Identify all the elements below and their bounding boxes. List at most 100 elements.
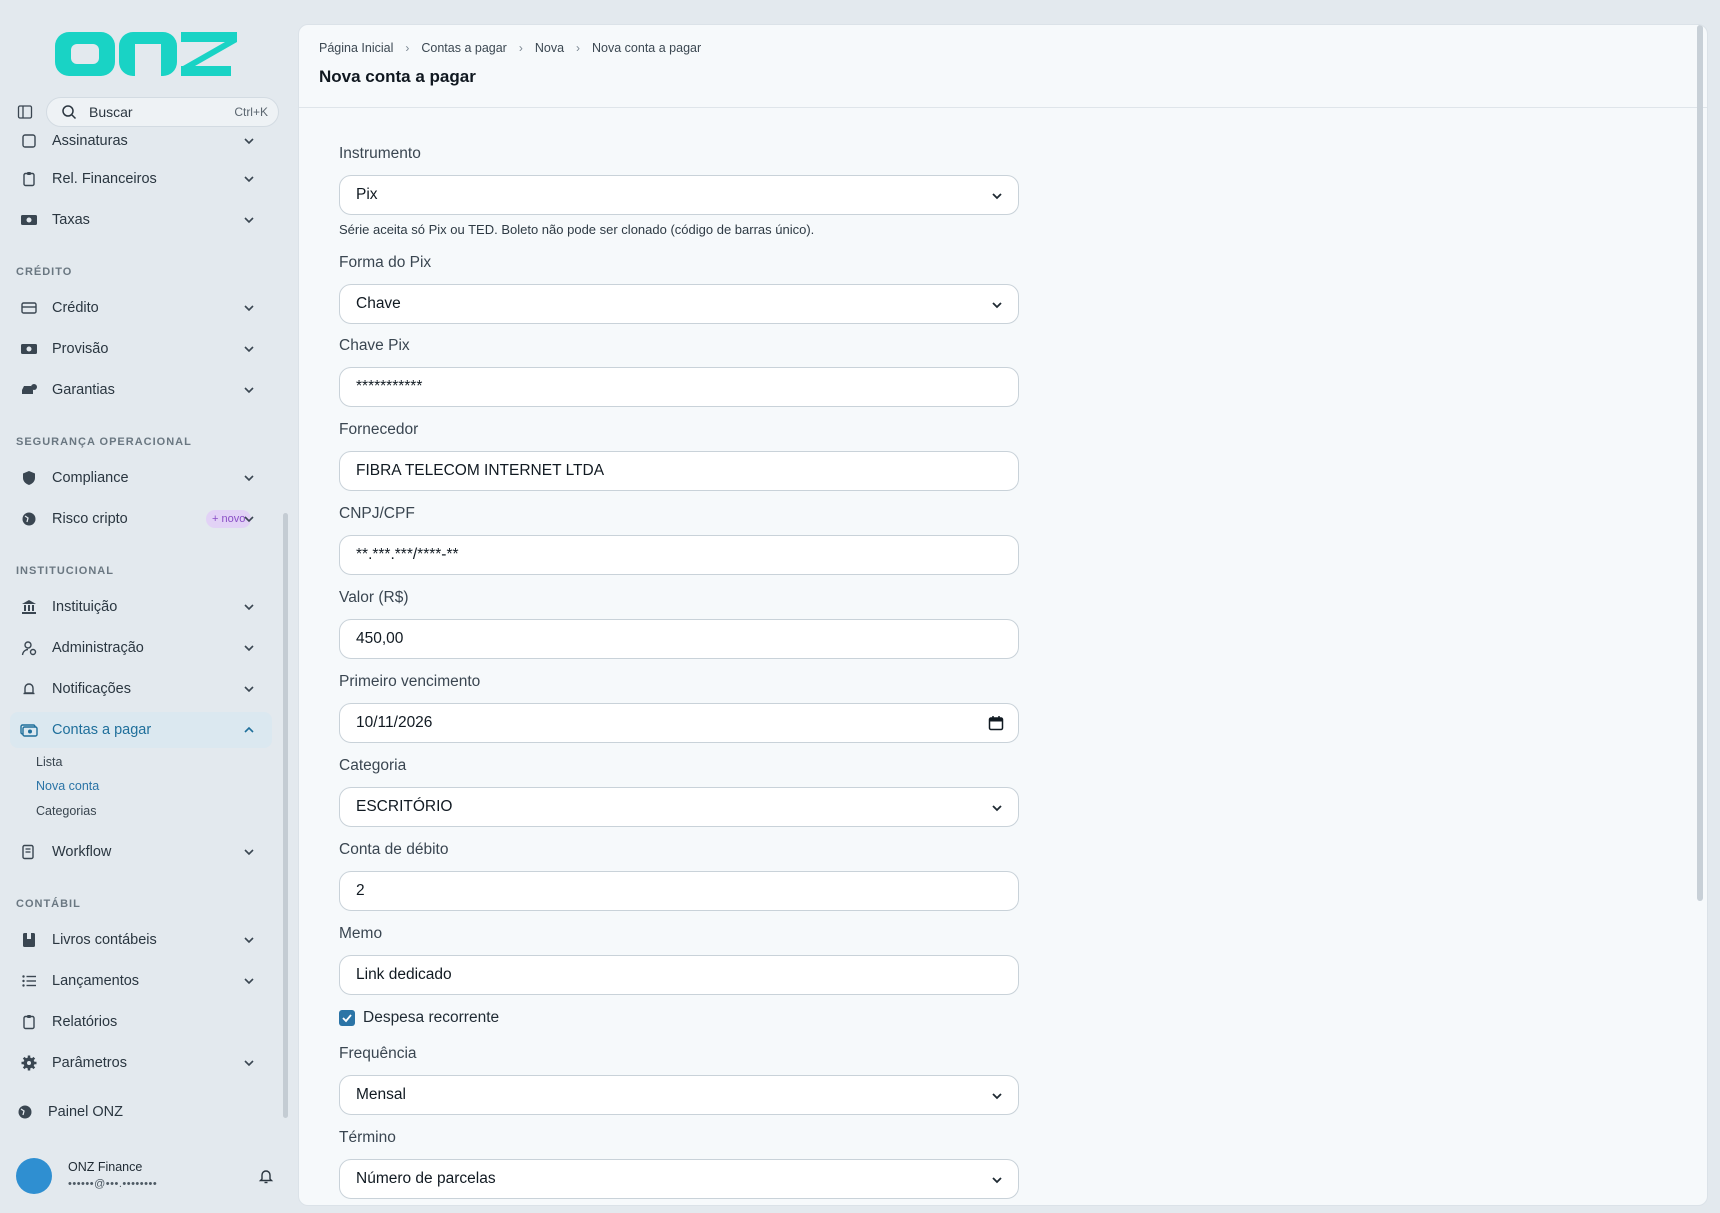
sidebar-item-garantias[interactable]: Garantias: [10, 372, 272, 408]
chevron-down-icon: [244, 346, 254, 353]
chevron-down-icon: [244, 305, 254, 312]
sidebar-item-provisao[interactable]: Provisão: [10, 331, 272, 367]
conta-debito-input[interactable]: 2: [339, 871, 1019, 911]
valor-input[interactable]: 450,00: [339, 619, 1019, 659]
sidebar-item-lancamentos[interactable]: Lançamentos: [10, 963, 272, 999]
book-icon: [20, 931, 38, 949]
credit-card-icon: [20, 299, 38, 317]
chevron-down-icon: [244, 604, 254, 611]
chevron-down-icon: [244, 217, 254, 224]
user-profile[interactable]: ONZ Finance ••••••@•••.••••••••: [16, 1158, 278, 1194]
memo-input[interactable]: Link dedicado: [339, 955, 1019, 995]
vencimento-date-input[interactable]: 10/11/2026: [339, 703, 1019, 743]
sidebar-item-instituicao[interactable]: Instituição: [10, 589, 272, 625]
globe-icon: [16, 1103, 34, 1121]
sidebar-item-contas-a-pagar[interactable]: Contas a pagar: [10, 712, 272, 748]
sidebar-item-risco-cripto[interactable]: Risco cripto + novo: [10, 501, 272, 537]
chevron-right-icon: ›: [518, 41, 523, 55]
onz-logo[interactable]: [55, 22, 237, 76]
checkbox-checked-icon[interactable]: [339, 1010, 355, 1026]
termino-select[interactable]: Número de parcelas: [339, 1159, 1019, 1199]
sidebar-nav: Assinaturas Rel. Financeiros Taxas CRÉDI…: [0, 130, 282, 1130]
chevron-down-icon: [992, 1093, 1002, 1100]
breadcrumb-home[interactable]: Página Inicial: [319, 41, 393, 55]
shield-icon: [20, 469, 38, 487]
sidebar-item-painel-onz[interactable]: Painel ONZ: [10, 1094, 272, 1130]
frequencia-select[interactable]: Mensal: [339, 1075, 1019, 1115]
memo-label: Memo: [339, 925, 383, 942]
gear-icon: [20, 1054, 38, 1072]
breadcrumb-contas[interactable]: Contas a pagar: [421, 41, 506, 55]
sidebar-item-notificacoes[interactable]: Notificações: [10, 671, 272, 707]
section-contabil: CONTÁBIL: [16, 898, 81, 910]
instrumento-value: Pix: [356, 186, 378, 203]
chevron-down-icon: [992, 302, 1002, 309]
chave-pix-input[interactable]: ***********: [339, 367, 1019, 407]
chevron-down-icon: [992, 805, 1002, 812]
user-name: ONZ Finance: [68, 1160, 143, 1174]
sidebar-toggle-icon[interactable]: [14, 101, 36, 123]
bell-icon[interactable]: [258, 1168, 274, 1184]
sidebar-item-taxas[interactable]: Taxas: [10, 202, 272, 238]
recorrente-checkbox[interactable]: Despesa recorrente: [339, 1009, 499, 1027]
sidebar-item-rel-financeiros[interactable]: Rel. Financeiros: [10, 161, 272, 197]
sidebar-subitem-lista[interactable]: Lista: [36, 755, 62, 769]
sidebar-item-parametros[interactable]: Parâmetros: [10, 1045, 272, 1081]
chevron-down-icon: [244, 387, 254, 394]
sidebar-subitem-categorias[interactable]: Categorias: [36, 804, 96, 818]
calendar-icon[interactable]: [988, 715, 1004, 731]
chave-value: ***********: [356, 378, 423, 395]
conta-value: 2: [356, 882, 365, 899]
breadcrumb: Página Inicial › Contas a pagar › Nova ›…: [319, 41, 1687, 55]
categoria-value: ESCRITÓRIO: [356, 798, 453, 815]
conta-label: Conta de débito: [339, 841, 449, 858]
user-email: ••••••@•••.••••••••: [68, 1178, 158, 1190]
main-panel: Página Inicial › Contas a pagar › Nova ›…: [298, 24, 1708, 1206]
money-icon: [20, 721, 38, 739]
sidebar-item-livros-contabeis[interactable]: Livros contábeis: [10, 922, 272, 958]
user-settings-icon: [20, 639, 38, 657]
instrumento-label: Instrumento: [339, 145, 421, 162]
fornecedor-input[interactable]: FIBRA TELECOM INTERNET LTDA: [339, 451, 1019, 491]
sidebar-item-label: Administração: [52, 640, 144, 656]
sidebar-item-relatorios[interactable]: Relatórios: [10, 1004, 272, 1040]
sidebar-item-compliance[interactable]: Compliance: [10, 460, 272, 496]
frequencia-label: Frequência: [339, 1045, 417, 1062]
categoria-select[interactable]: ESCRITÓRIO: [339, 787, 1019, 827]
chevron-down-icon: [992, 1177, 1002, 1184]
instrumento-select[interactable]: Pix: [339, 175, 1019, 215]
money-icon: [20, 211, 38, 229]
frequencia-value: Mensal: [356, 1086, 406, 1103]
cnpj-label: CNPJ/CPF: [339, 505, 415, 522]
sidebar-item-credito[interactable]: Crédito: [10, 290, 272, 326]
chevron-down-icon: [244, 937, 254, 944]
search-input[interactable]: Buscar Ctrl+K: [46, 97, 279, 127]
search-shortcut: Ctrl+K: [234, 105, 268, 119]
sidebar: Buscar Ctrl+K Assinaturas Rel. Financeir…: [0, 0, 296, 1213]
cnpj-value: **.***.***/****-**: [356, 546, 459, 563]
sidebar-subitem-nova-conta[interactable]: Nova conta: [36, 779, 99, 793]
fornecedor-value: FIBRA TELECOM INTERNET LTDA: [356, 462, 605, 479]
memo-value: Link dedicado: [356, 966, 452, 983]
section-seguranca: SEGURANÇA OPERACIONAL: [16, 436, 192, 448]
sidebar-scrollbar[interactable]: [283, 513, 288, 1118]
sidebar-item-label: Contas a pagar: [52, 722, 152, 738]
sidebar-item-workflow[interactable]: Workflow: [10, 834, 272, 870]
breadcrumb-current: Nova conta a pagar: [592, 41, 702, 55]
sidebar-item-label: Risco cripto: [52, 511, 128, 527]
sidebar-item-label: Assinaturas: [52, 133, 128, 149]
cnpj-input[interactable]: **.***.***/****-**: [339, 535, 1019, 575]
chevron-down-icon: [244, 849, 254, 856]
sidebar-item-label: Lançamentos: [52, 973, 140, 989]
breadcrumb-nova[interactable]: Nova: [535, 41, 564, 55]
sidebar-item-administracao[interactable]: Administração: [10, 630, 272, 666]
sidebar-item-assinaturas[interactable]: Assinaturas: [10, 130, 272, 159]
chevron-down-icon: [244, 138, 254, 145]
sidebar-item-label: Relatórios: [52, 1014, 118, 1030]
chevron-right-icon: ›: [405, 41, 410, 55]
termino-value: Número de parcelas: [356, 1170, 496, 1187]
main-scrollbar[interactable]: [1697, 25, 1703, 901]
forma-label: Forma do Pix: [339, 254, 432, 271]
forma-pix-select[interactable]: Chave: [339, 284, 1019, 324]
page-header: Página Inicial › Contas a pagar › Nova ›…: [299, 25, 1707, 108]
